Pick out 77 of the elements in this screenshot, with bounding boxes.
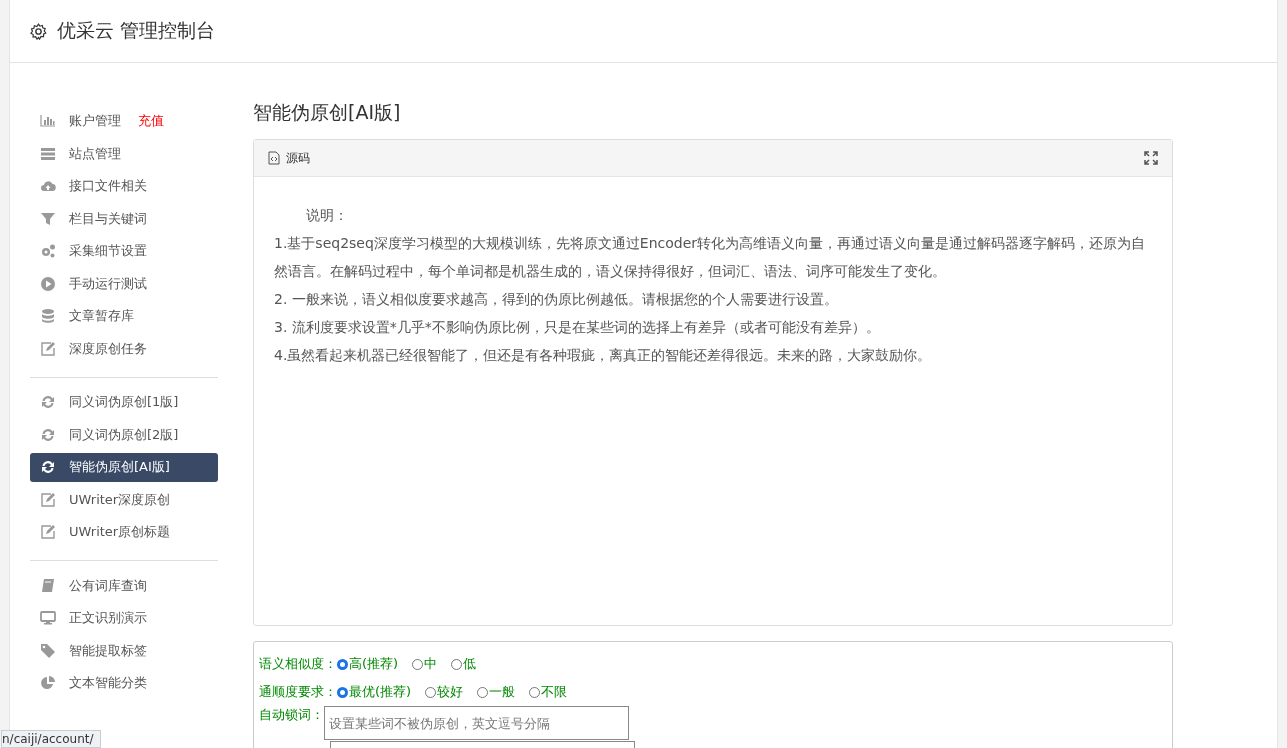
sidebar-item[interactable]: UWriter深度原创 xyxy=(30,485,218,514)
edit-icon xyxy=(40,340,56,357)
database-icon xyxy=(40,308,56,324)
sidebar-item-label: 公有词库查询 xyxy=(69,576,147,595)
filter-icon xyxy=(40,210,56,227)
monitor-icon xyxy=(40,610,56,626)
play-icon xyxy=(40,275,56,292)
editor-paragraph: 4.虽然看起来机器已经很智能了，但还是有各种瑕疵，离真正的智能还差得很远。未来的路，大家鼓励你。 xyxy=(274,346,933,365)
radio-label[interactable]: 较好 xyxy=(437,683,464,701)
recharge-link[interactable]: 充值 xyxy=(138,112,164,130)
sidebar-item[interactable]: 栏目与关键词 xyxy=(30,204,218,233)
sidebar-item[interactable]: 文本智能分类 xyxy=(30,668,218,698)
sidebar-item[interactable]: 智能提取标签 xyxy=(30,636,218,665)
radio-label[interactable]: 中 xyxy=(424,655,438,673)
editor-paragraph: 1.基于seq2seq深度学习模型的大规模训练，先将原文通过Encoder转化为高维语义向量，再通过语义向量是通过解码器逐字解码，还原为自然语言。在解码过程中，每个单词都是机器生成的，语义保持得很好，但词汇、语法、词序可能发生了变化。 xyxy=(274,234,1147,281)
sidebar-item-label: 接口文件相关 xyxy=(69,177,147,195)
sidebar-item[interactable]: 公有词库查询 xyxy=(30,571,218,600)
sidebar-item[interactable]: 正文识别演示 xyxy=(30,603,218,633)
sidebar-item-label: 同义词伪原创[2版] xyxy=(69,425,179,444)
sidebar-item[interactable]: 接口文件相关 xyxy=(30,171,218,201)
sidebar-item[interactable]: 账户管理 充值 xyxy=(30,106,218,136)
sidebar-item[interactable]: 站点管理 xyxy=(30,139,218,168)
sidebar-item[interactable]: 采集细节设置 xyxy=(30,236,218,266)
tag-icon xyxy=(40,642,56,659)
refresh-icon xyxy=(40,394,56,410)
editor-paragraph: 说明： xyxy=(305,206,349,225)
sidebar-item[interactable]: 深度原创任务 xyxy=(30,334,218,363)
sidebar-item-label: 文章暂存库 xyxy=(69,307,134,325)
book-icon xyxy=(40,577,56,594)
sidebar-item[interactable]: 同义词伪原创[1版] xyxy=(30,387,218,417)
editor-paragraph: 3. 流利度要求设置*几乎*不影响伪原比例，只是在某些词的选择上有差异（或者可能没有差异）。 xyxy=(274,318,881,337)
sidebar-item[interactable]: UWriter原创标题 xyxy=(30,517,218,547)
sidebar-item-label: 正文识别演示 xyxy=(69,609,147,627)
sidebar-item-label: 同义词伪原创[1版] xyxy=(69,393,179,411)
sidebar-item[interactable]: 智能伪原创[AI版] xyxy=(30,452,218,482)
edit-icon xyxy=(40,491,56,508)
refresh-icon xyxy=(40,459,56,475)
app-title: 优采云 管理控制台 xyxy=(57,18,216,43)
settings-icon xyxy=(30,22,47,40)
sidebar-item-label: UWriter深度原创 xyxy=(69,490,171,509)
page-title: 智能伪原创[AI版] xyxy=(253,100,402,125)
sidebar-item-label: 栏目与关键词 xyxy=(69,209,147,228)
sidebar-item[interactable]: 手动运行测试 xyxy=(30,269,218,298)
sidebar-item-label: 手动运行测试 xyxy=(69,274,147,293)
sidebar-item-label: 智能提取标签 xyxy=(69,641,147,660)
radio-label[interactable]: 低 xyxy=(463,655,477,673)
source-code-icon[interactable] xyxy=(268,151,280,165)
gears-icon xyxy=(40,243,56,259)
radio-label[interactable]: 不限 xyxy=(541,683,568,701)
field-label: 自动锁词： xyxy=(259,706,324,724)
sidebar-item[interactable]: 同义词伪原创[2版] xyxy=(30,420,218,449)
editor-paragraph: 2. 一般来说，语义相似度要求越高，得到的伪原比例越低。请根据您的个人需要进行设置。 xyxy=(274,290,839,309)
radio-label[interactable]: 最优(推荐) xyxy=(349,683,412,701)
radio-label[interactable]: 一般 xyxy=(489,683,516,701)
sidebar-item-label: UWriter原创标题 xyxy=(69,523,171,541)
sidebar-item-label: 采集细节设置 xyxy=(69,242,147,260)
bar-chart-icon xyxy=(40,113,56,129)
option-label: 通顺度要求： xyxy=(259,683,337,701)
refresh-icon xyxy=(40,426,56,443)
radio-label[interactable]: 高(推荐) xyxy=(349,655,399,673)
sidebar-item-label: 文本智能分类 xyxy=(69,674,147,692)
pie-chart-icon xyxy=(40,675,56,691)
server-icon xyxy=(40,145,56,162)
radio-button[interactable] xyxy=(337,658,348,670)
cloud-upload-icon xyxy=(40,178,56,194)
sidebar-item-label: 账户管理 xyxy=(69,112,121,130)
fullscreen-icon[interactable] xyxy=(1144,151,1158,165)
sidebar-item-label: 智能伪原创[AI版] xyxy=(69,458,170,476)
radio-button[interactable] xyxy=(337,686,348,698)
option-label: 语义相似度： xyxy=(259,655,337,673)
source-button[interactable]: 源码 xyxy=(286,149,310,167)
edit-icon xyxy=(40,524,56,540)
lock-words-field[interactable]: 设置某些词不被伪原创，英文逗号分隔 xyxy=(324,706,629,740)
sidebar-item-label: 深度原创任务 xyxy=(69,339,147,358)
status-url: n/caiji/account/ xyxy=(1,730,101,748)
sidebar-item[interactable]: 文章暂存库 xyxy=(30,301,218,331)
sidebar-item-label: 站点管理 xyxy=(69,144,121,163)
